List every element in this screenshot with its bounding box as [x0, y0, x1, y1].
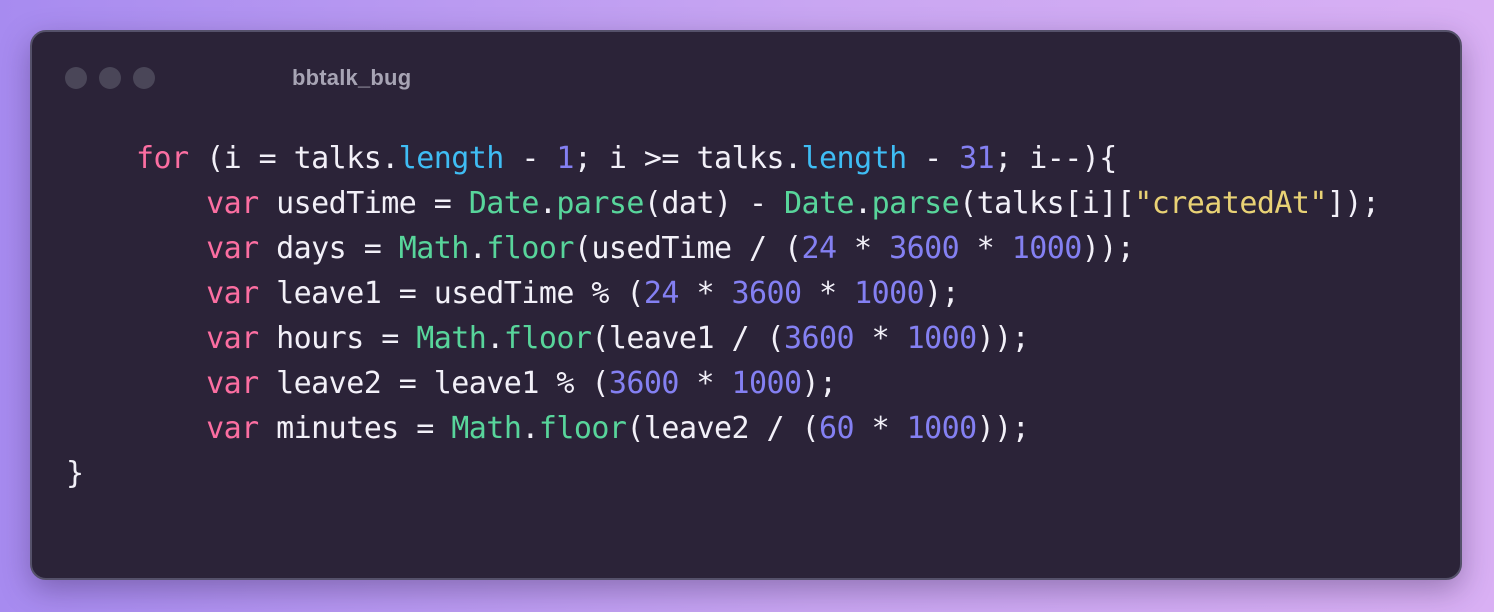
code-text: .: [538, 186, 557, 221]
code-number: 3600: [731, 276, 802, 311]
code-text: ]);: [1326, 186, 1380, 221]
code-text: .: [521, 411, 539, 446]
code-text: leave1 = usedTime % (: [258, 276, 644, 311]
window-zoom-dot-icon[interactable]: [133, 67, 155, 89]
code-function: Math: [398, 231, 470, 266]
code-text: ));: [1081, 231, 1135, 266]
window-title: bbtalk_bug: [292, 65, 412, 90]
code-function: floor: [538, 411, 627, 446]
code-line: for (i = talks.length - 1; i >= talks.le…: [66, 136, 1379, 181]
code-function: parse: [556, 186, 644, 221]
code-text: ; i--){: [994, 141, 1117, 176]
code-keyword: for: [136, 141, 189, 176]
title-bar: bbtalk_bug: [32, 32, 1460, 122]
code-number: 1000: [906, 411, 978, 446]
code-number: 60: [819, 411, 855, 446]
code-number: 1: [556, 141, 574, 176]
code-keyword: var: [206, 321, 259, 356]
code-text: (leave1 / (: [591, 321, 785, 356]
code-text: );: [924, 276, 960, 311]
code-text: (dat) -: [643, 186, 784, 221]
code-string: "createdAt": [1134, 186, 1327, 221]
code-number: 3600: [889, 231, 960, 266]
code-property: length: [801, 141, 908, 176]
code-property: length: [398, 141, 505, 176]
code-function: parse: [871, 186, 960, 221]
code-text: .: [468, 231, 487, 266]
code-number: 1000: [906, 321, 978, 356]
code-text: );: [801, 366, 838, 401]
code-block[interactable]: for (i = talks.length - 1; i >= talks.le…: [66, 136, 1380, 496]
code-number: 24: [801, 231, 838, 266]
code-text: *: [801, 276, 855, 311]
code-line: var usedTime = Date.parse(dat) - Date.pa…: [66, 181, 1380, 226]
code-text: (usedTime / (: [573, 231, 802, 266]
window-close-dot-icon[interactable]: [65, 67, 87, 89]
code-text: (talks[i][: [959, 186, 1135, 221]
code-keyword: var: [206, 186, 259, 221]
code-text: (leave2 / (: [626, 411, 820, 446]
window-minimize-dot-icon[interactable]: [99, 67, 121, 89]
code-text: *: [854, 321, 907, 356]
code-line: var leave1 = usedTime % (24 * 3600 * 100…: [66, 271, 1379, 316]
code-text: ));: [976, 321, 1030, 356]
code-number: 31: [959, 141, 995, 176]
code-text: days =: [258, 231, 399, 266]
code-keyword: var: [206, 276, 259, 311]
code-line: var leave2 = leave1 % (3600 * 1000);: [66, 361, 1379, 406]
code-line: var hours = Math.floor(leave1 / (3600 * …: [66, 316, 1379, 361]
code-text: ; i >= talks.: [573, 141, 802, 176]
code-number: 3600: [784, 321, 855, 356]
code-text: .: [854, 186, 872, 221]
code-number: 3600: [608, 366, 680, 401]
code-function: Math: [416, 321, 487, 356]
code-text: }: [66, 456, 84, 491]
code-keyword: var: [206, 366, 259, 401]
code-keyword: var: [206, 411, 259, 446]
code-function: Date: [468, 186, 540, 221]
code-number: 24: [643, 276, 680, 311]
code-number: 1000: [1011, 231, 1083, 266]
code-function: Math: [451, 411, 522, 446]
code-text: *: [678, 366, 732, 401]
code-text: *: [836, 231, 890, 266]
code-text: ));: [976, 411, 1030, 446]
code-text: (i = talks.: [188, 141, 399, 176]
code-text: *: [959, 231, 1012, 266]
code-line: var days = Math.floor(usedTime / (24 * 3…: [66, 226, 1379, 271]
code-text: usedTime =: [258, 186, 469, 221]
code-text: -: [503, 141, 557, 176]
code-line: var minutes = Math.floor(leave2 / (60 * …: [66, 406, 1379, 451]
code-text: leave2 = leave1 % (: [258, 366, 609, 401]
code-text: *: [854, 411, 907, 446]
code-window: bbtalk_bug for (i = talks.length - 1; i …: [30, 30, 1462, 580]
code-text: hours =: [258, 321, 417, 356]
code-line: }: [66, 451, 1379, 496]
code-text: *: [678, 276, 732, 311]
code-text: .: [486, 321, 504, 356]
code-text: -: [906, 141, 960, 176]
code-number: 1000: [854, 276, 925, 311]
code-text: minutes =: [258, 411, 452, 446]
code-function: floor: [503, 321, 592, 356]
code-function: Date: [784, 186, 855, 221]
code-function: floor: [486, 231, 574, 266]
code-number: 1000: [731, 366, 802, 401]
code-keyword: var: [206, 231, 259, 266]
